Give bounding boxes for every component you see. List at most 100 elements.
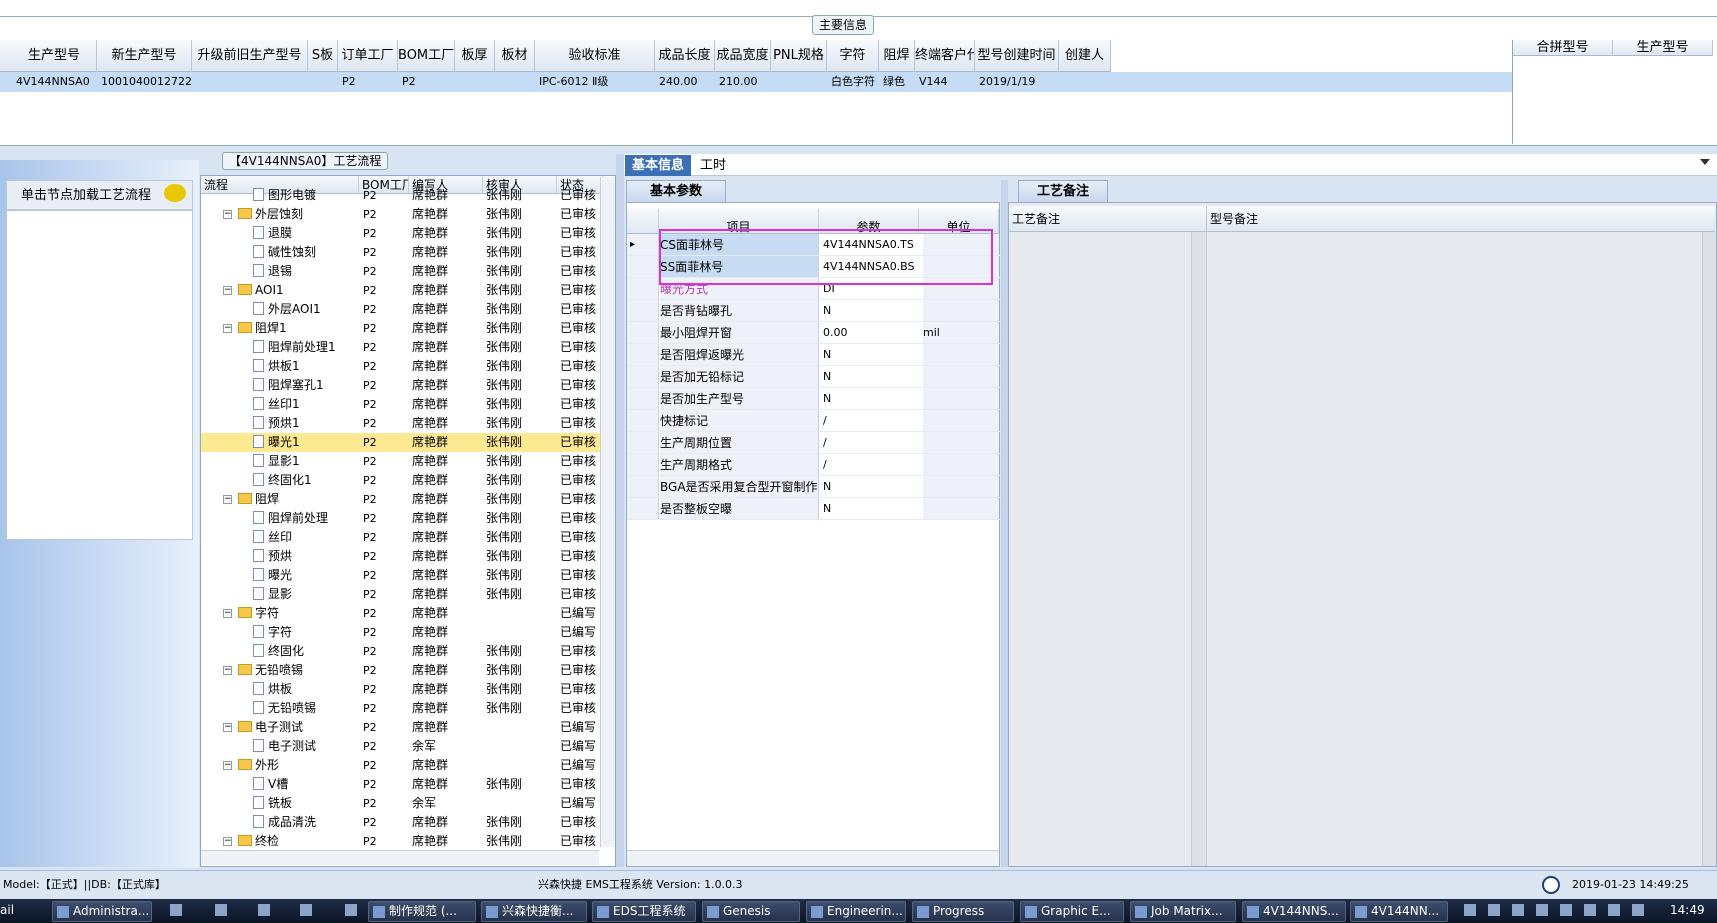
main-row-cell[interactable]: P2 (340, 72, 398, 92)
tree-row[interactable]: 外层AOI1 P2 席艳群 张伟刚 已审核 (201, 300, 601, 319)
step-node[interactable]: 退锡 (253, 262, 358, 281)
param-value[interactable]: N (823, 476, 919, 497)
tree-row[interactable]: 终固化 P2 席艳群 张伟刚 已审核 (201, 642, 601, 661)
folder-node[interactable]: 无铅喷锡 (238, 661, 358, 680)
tree-row[interactable]: − 终检 P2 席艳群 张伟刚 已审核 (201, 832, 601, 851)
taskbar-item[interactable]: 4V144NNS... (1242, 901, 1346, 922)
system-tray-icon[interactable] (1608, 904, 1620, 916)
param-row[interactable]: 是否加无铅标记 N (627, 366, 1001, 388)
tree-row[interactable]: 阻焊塞孔1 P2 席艳群 张伟刚 已审核 (201, 376, 601, 395)
tree-row[interactable]: 图形电镀 P2 席艳群 张伟刚 已审核 (201, 186, 601, 205)
tree-row[interactable]: 铣板 P2 余军 已编写 (201, 794, 601, 813)
side-col-header[interactable]: 生产型号 (1613, 40, 1713, 56)
folder-node[interactable]: 阻焊 (238, 490, 358, 509)
main-col-header[interactable]: 型号创建时间 (975, 40, 1059, 72)
taskbar-item[interactable]: Graphic E... (1020, 901, 1124, 922)
step-node[interactable]: 丝印 (253, 528, 358, 547)
step-node[interactable]: 铣板 (253, 794, 358, 813)
param-value[interactable]: / (823, 410, 919, 431)
tree-row[interactable]: 成品清洗 P2 席艳群 张伟刚 已审核 (201, 813, 601, 832)
step-node[interactable]: 烘板1 (253, 357, 358, 376)
process-tree-grid[interactable]: 流程 BOM工厂 编写人 核审人 状态 图形电镀 P2 席艳群 张伟刚 已审核 − 外层蚀刻 P2 席艳群… (200, 175, 616, 867)
main-col-header[interactable]: 成品长度 (655, 40, 715, 72)
param-value[interactable]: N (823, 300, 919, 321)
main-col-header[interactable]: 验收标准 (535, 40, 655, 72)
main-row-cell[interactable]: 210.00 (717, 72, 771, 92)
param-value[interactable]: N (823, 388, 919, 409)
expand-toggle-icon[interactable]: − (223, 761, 232, 770)
step-node[interactable]: 显影1 (253, 452, 358, 471)
main-col-header[interactable]: 终端客户代码 (915, 40, 975, 72)
param-value[interactable]: 0.00 (823, 322, 919, 343)
tree-row-selected[interactable]: 曝光1 P2 席艳群 张伟刚 已审核 (201, 433, 601, 452)
system-tray-icon[interactable] (1512, 904, 1524, 916)
param-row[interactable]: 生产周期格式 / (627, 454, 1001, 476)
tab-process-remarks[interactable]: 工艺备注 (1018, 180, 1108, 202)
tree-row[interactable]: 阻焊前处理1 P2 席艳群 张伟刚 已审核 (201, 338, 601, 357)
system-tray-icon[interactable] (1464, 904, 1476, 916)
step-node[interactable]: 预烘1 (253, 414, 358, 433)
tree-row[interactable]: − 外形 P2 席艳群 已编写 (201, 756, 601, 775)
expand-toggle-icon[interactable]: − (223, 723, 232, 732)
main-row-cell[interactable]: 240.00 (657, 72, 715, 92)
tree-row[interactable]: V槽 P2 席艳群 张伟刚 已审核 (201, 775, 601, 794)
taskbar-item[interactable]: Administra... (52, 901, 152, 922)
main-col-header[interactable]: 板材 (495, 40, 535, 72)
expand-toggle-icon[interactable]: − (223, 210, 232, 219)
tree-row[interactable]: 显影1 P2 席艳群 张伟刚 已审核 (201, 452, 601, 471)
step-node[interactable]: 阻焊前处理1 (253, 338, 358, 357)
param-value[interactable]: N (823, 344, 919, 365)
tree-row[interactable]: 曝光 P2 席艳群 张伟刚 已审核 (201, 566, 601, 585)
main-col-header[interactable]: 字符 (827, 40, 879, 72)
tree-row[interactable]: 电子测试 P2 余军 已编写 (201, 737, 601, 756)
step-node[interactable]: 预烘 (253, 547, 358, 566)
param-value[interactable]: N (823, 498, 919, 519)
tree-row[interactable]: 字符 P2 席艳群 已编写 (201, 623, 601, 642)
main-col-header[interactable]: 成品宽度 (715, 40, 771, 72)
side-col-header[interactable]: 合拼型号 (1513, 40, 1613, 56)
tree-row[interactable]: 碱性蚀刻 P2 席艳群 张伟刚 已审核 (201, 243, 601, 262)
step-node[interactable]: 退膜 (253, 224, 358, 243)
param-row[interactable]: 最小阻焊开窗 0.00 mil (627, 322, 1001, 344)
step-node[interactable]: 外层AOI1 (253, 300, 358, 319)
tree-vertical-scrollbar[interactable] (600, 177, 615, 847)
expand-toggle-icon[interactable]: − (223, 609, 232, 618)
param-value[interactable]: / (823, 454, 919, 475)
system-tray-icon[interactable] (1488, 904, 1500, 916)
step-node[interactable]: 显影 (253, 585, 358, 604)
tree-row[interactable]: − 阻焊1 P2 席艳群 张伟刚 已审核 (201, 319, 601, 338)
tree-row[interactable]: − 外层蚀刻 P2 席艳群 张伟刚 已审核 (201, 205, 601, 224)
main-info-grid[interactable]: 生产型号 新生产型号 升级前旧生产型号 S板 订单工厂 BOM工厂 板厚 板材 验收标准 成品长度… (0, 40, 1512, 144)
vertical-splitter[interactable] (616, 154, 624, 867)
tab-basic-params[interactable]: 基本参数 (626, 180, 726, 202)
param-row[interactable]: 是否整板空曝 N (627, 498, 1001, 520)
tree-row[interactable]: 退锡 P2 席艳群 张伟刚 已审核 (201, 262, 601, 281)
param-row[interactable]: 是否加生产型号 N (627, 388, 1001, 410)
param-row[interactable]: 是否阻焊返曝光 N (627, 344, 1001, 366)
main-row-cell[interactable]: 10010400127223 (99, 72, 192, 92)
main-row-cell[interactable]: 2019/1/19 (977, 72, 1059, 92)
tree-row[interactable]: 烘板 P2 席艳群 张伟刚 已审核 (201, 680, 601, 699)
tab-basic-info[interactable]: 基本信息 (625, 155, 691, 176)
param-row[interactable]: BGA是否采用复合型开窗制作 N (627, 476, 1001, 498)
main-row-cell[interactable]: 白色字符 (829, 72, 879, 92)
quicklaunch-icon[interactable] (345, 904, 357, 916)
tree-row[interactable]: 丝印1 P2 席艳群 张伟刚 已审核 (201, 395, 601, 414)
step-node[interactable]: 终固化 (253, 642, 358, 661)
main-row-cell[interactable] (457, 72, 495, 92)
step-node[interactable]: 终固化1 (253, 471, 358, 490)
tab-dropdown-icon[interactable] (1700, 159, 1710, 165)
folder-node[interactable]: AOI1 (238, 281, 358, 300)
basic-params-grid[interactable]: 项目 参数 单位 ▸ CS面菲林号 4V144NNSA0.TS SS面菲林号 4V144NNS… (626, 202, 1001, 867)
param-row[interactable]: 生产周期位置 / (627, 432, 1001, 454)
main-col-header[interactable]: 阻焊 (879, 40, 915, 72)
system-tray-icon[interactable] (1536, 904, 1548, 916)
main-col-header[interactable]: 生产型号 (12, 40, 97, 72)
step-node[interactable]: 成品清洗 (253, 813, 358, 832)
tree-row[interactable]: − 字符 P2 席艳群 已编写 (201, 604, 601, 623)
main-col-header[interactable]: 订单工厂 (338, 40, 398, 72)
folder-node[interactable]: 外层蚀刻 (238, 205, 358, 224)
main-row-cell[interactable]: 4V144NNSA0 (14, 72, 97, 92)
main-row-cell[interactable] (497, 72, 535, 92)
taskbar-item[interactable]: Engineerin... (806, 901, 906, 922)
